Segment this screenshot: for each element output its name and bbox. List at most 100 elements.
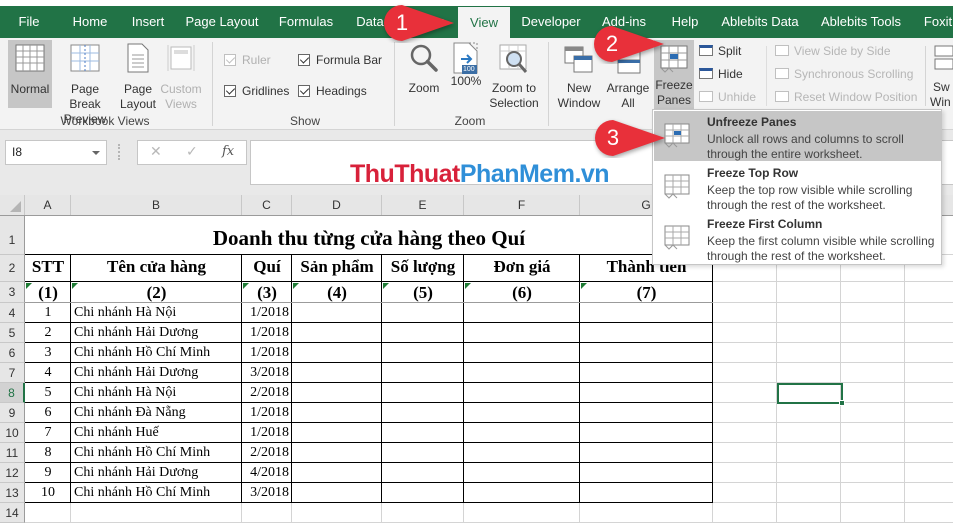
column-index: (4) [327,283,347,302]
cell-stt[interactable]: 2 [25,325,71,341]
split-button[interactable]: Split [699,44,741,58]
page-layout-button[interactable]: Page Layout [118,40,158,111]
table-border [25,382,713,383]
menu-item-freeze-top-row[interactable]: Freeze Top Row Keep the top row visible … [654,162,941,212]
tab-ablebits-data[interactable]: Ablebits Data [718,6,802,38]
row-header-1[interactable]: 1 [0,216,25,255]
row-header-5[interactable]: 5 [0,323,25,343]
cell-stt[interactable]: 1 [25,305,71,321]
row-header-6[interactable]: 6 [0,343,25,363]
hide-button[interactable]: Hide [699,67,743,81]
tab-formulas[interactable]: Formulas [276,6,336,38]
reset-window-position-button[interactable]: Reset Window Position [775,90,917,104]
ruler-checkbox[interactable]: Ruler [224,53,271,67]
cell-stt[interactable]: 6 [25,405,71,421]
column-header-f[interactable]: F [464,195,580,215]
cell-quarter[interactable]: 1/2018 [242,425,289,441]
cell-quarter[interactable]: 1/2018 [242,305,289,321]
tab-home[interactable]: Home [68,6,112,38]
cell-quarter[interactable]: 2/2018 [242,445,289,461]
cell-store-name[interactable]: Chi nhánh Hà Nội [74,385,240,401]
row-header-13[interactable]: 13 [0,483,25,503]
cell-quarter[interactable]: 1/2018 [242,405,289,421]
cell-stt[interactable]: 3 [25,345,71,361]
row-header-10[interactable]: 10 [0,423,25,443]
cell-quarter[interactable]: 1/2018 [242,325,289,341]
cell-quarter[interactable]: 1/2018 [242,345,289,361]
name-box[interactable]: I8 [5,140,107,165]
tab-file[interactable]: File [10,6,48,38]
row-header-11[interactable]: 11 [0,443,25,463]
headings-checkbox[interactable]: Headings [298,84,367,98]
column-header-a[interactable]: A [25,195,71,215]
cell-quarter[interactable]: 3/2018 [242,485,289,501]
row-header-14[interactable]: 14 [0,503,25,523]
page-break-preview-button[interactable]: Page Break Preview [54,40,116,126]
cell-stt[interactable]: 8 [25,445,71,461]
cell-stt[interactable]: 10 [25,485,71,501]
cell-store-name[interactable]: Chi nhánh Hải Dương [74,365,240,381]
row-header-9[interactable]: 9 [0,403,25,423]
row-header-12[interactable]: 12 [0,463,25,483]
row-header-7[interactable]: 7 [0,363,25,383]
unhide-label: Unhide [718,90,757,104]
cell-stt[interactable]: 5 [25,385,71,401]
row-header-8[interactable]: 8 [0,383,25,403]
gridlines-checkbox[interactable]: Gridlines [224,84,289,98]
name-box-dropdown-icon[interactable] [92,151,100,155]
fill-handle[interactable] [839,400,845,406]
cancel-icon[interactable]: ✕ [150,144,162,160]
insert-function-icon[interactable]: fx [222,144,234,159]
menu-item-freeze-first-column[interactable]: Freeze First Column Keep the first colum… [654,213,941,263]
cell-store-name[interactable]: Chi nhánh Huế [74,425,240,441]
table-border [25,362,713,363]
cell-store-name[interactable]: Chi nhánh Đà Nẵng [74,405,240,421]
cell-store-name[interactable]: Chi nhánh Hồ Chí Minh [74,485,240,501]
cell-store-name[interactable]: Chi nhánh Hải Dương [74,325,240,341]
tab-ablebits-tools[interactable]: Ablebits Tools [816,6,906,38]
tab-view[interactable]: View [458,7,510,38]
cell-stt[interactable]: 4 [25,365,71,381]
tab-page-layout[interactable]: Page Layout [184,6,260,38]
menu-item-unfreeze-panes[interactable]: Unfreeze Panes Unlock all rows and colum… [654,111,941,161]
custom-views-button[interactable]: Custom Views [158,40,204,111]
zoom-to-selection-button[interactable]: Zoom to Selection [486,40,542,110]
unhide-button[interactable]: Unhide [699,90,756,104]
column-index: (6) [512,283,532,302]
hide-label: Hide [718,67,743,81]
column-header-b[interactable]: B [71,195,242,215]
switch-windows-button[interactable]: Sw Win [930,40,953,110]
cell-stt[interactable]: 7 [25,425,71,441]
synchronous-scrolling-button[interactable]: Synchronous Scrolling [775,67,913,81]
cell-quarter[interactable]: 3/2018 [242,365,289,381]
side-by-side-icon [775,45,789,56]
column-header-d[interactable]: D [292,195,382,215]
column-header-c[interactable]: C [242,195,292,215]
formula-bar-checkbox[interactable]: Formula Bar [298,53,382,67]
row-header-3[interactable]: 3 [0,282,25,303]
menu-item-title: Freeze Top Row [707,166,799,180]
column-header-e[interactable]: E [382,195,464,215]
tab-developer[interactable]: Developer [518,6,584,38]
row-header-2[interactable]: 2 [0,255,25,282]
zoom-to-selection-icon [499,44,528,73]
cell-store-name[interactable]: Chi nhánh Hải Dương [74,465,240,481]
formula-bar-grip[interactable] [118,144,121,160]
zoom-button[interactable]: Zoom [404,40,444,110]
selected-cell-i8[interactable] [777,383,845,406]
row-header-4[interactable]: 4 [0,303,25,323]
tab-help[interactable]: Help [666,6,704,38]
zoom-100-button[interactable]: 100 100% [446,40,486,110]
enter-icon[interactable]: ✓ [186,144,198,160]
cell-quarter[interactable]: 4/2018 [242,465,289,481]
cell-quarter[interactable]: 2/2018 [242,385,289,401]
cell-store-name[interactable]: Chi nhánh Hồ Chí Minh [74,445,240,461]
cell-store-name[interactable]: Chi nhánh Hồ Chí Minh [74,345,240,361]
cell-stt[interactable]: 9 [25,465,71,481]
tab-insert[interactable]: Insert [128,6,168,38]
select-all-corner[interactable] [0,195,25,215]
tab-foxit[interactable]: Foxit [918,6,953,38]
view-side-by-side-button[interactable]: View Side by Side [775,44,891,58]
normal-view-button[interactable]: Normal [8,40,52,108]
cell-store-name[interactable]: Chi nhánh Hà Nội [74,305,240,321]
